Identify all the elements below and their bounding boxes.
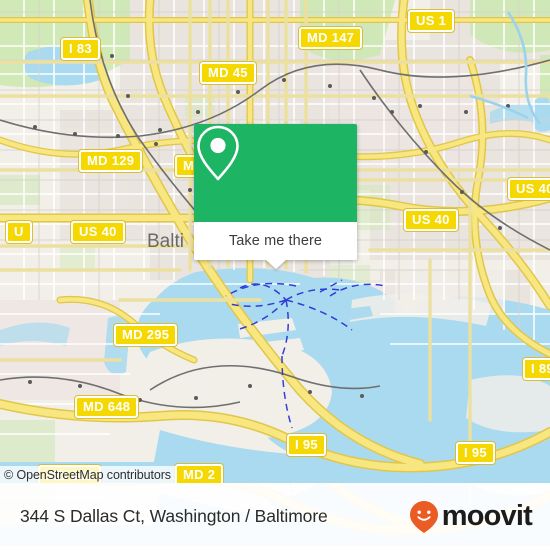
moovit-logo[interactable]: moovit xyxy=(409,500,533,534)
highway-shield: MD 129 xyxy=(79,150,143,172)
map-city-label: Balti xyxy=(147,231,184,252)
popup-header xyxy=(194,124,357,222)
popup-tail xyxy=(264,259,287,269)
highway-shield: MD 147 xyxy=(299,27,363,49)
highway-shield: I 83 xyxy=(61,38,100,60)
highway-shield: I 95 xyxy=(287,434,326,456)
take-me-there-button[interactable]: Take me there xyxy=(194,222,357,260)
highway-shield: MD 2 xyxy=(175,464,224,483)
footer-bar: Balti 344 S Dallas Ct, Washington / Balt… xyxy=(0,483,550,550)
map-screenshot: Balti I 83 MD 45 MD 147 US 1 MD 129 MD 2 U US 4… xyxy=(0,0,550,550)
highway-shield: US 40 xyxy=(508,178,550,200)
map-canvas[interactable]: Balti I 83 MD 45 MD 147 US 1 MD 129 MD 2 U US 4… xyxy=(0,0,550,483)
osm-attribution[interactable]: © OpenStreetMap contributors xyxy=(0,466,177,483)
highway-shield: US 1 xyxy=(408,10,455,32)
highway-shield: MD 648 xyxy=(75,396,139,418)
location-popup-card[interactable]: Take me there xyxy=(194,124,357,269)
map-pin-icon xyxy=(197,125,239,181)
highway-shield: I 95 xyxy=(456,442,495,464)
highway-shield: US 40 xyxy=(71,221,125,243)
highway-shield: MD 45 xyxy=(200,62,256,84)
moovit-wordmark: moovit xyxy=(441,500,533,532)
address-label: 344 S Dallas Ct, Washington / Baltimore xyxy=(20,506,328,526)
highway-shield: U xyxy=(6,221,32,243)
take-me-there-label: Take me there xyxy=(228,233,323,249)
highway-shield: US 40 xyxy=(404,209,458,231)
moovit-smiling-pin-icon xyxy=(409,500,438,533)
highway-shield: I 895 xyxy=(523,358,550,380)
highway-shield: MD 295 xyxy=(114,324,178,346)
